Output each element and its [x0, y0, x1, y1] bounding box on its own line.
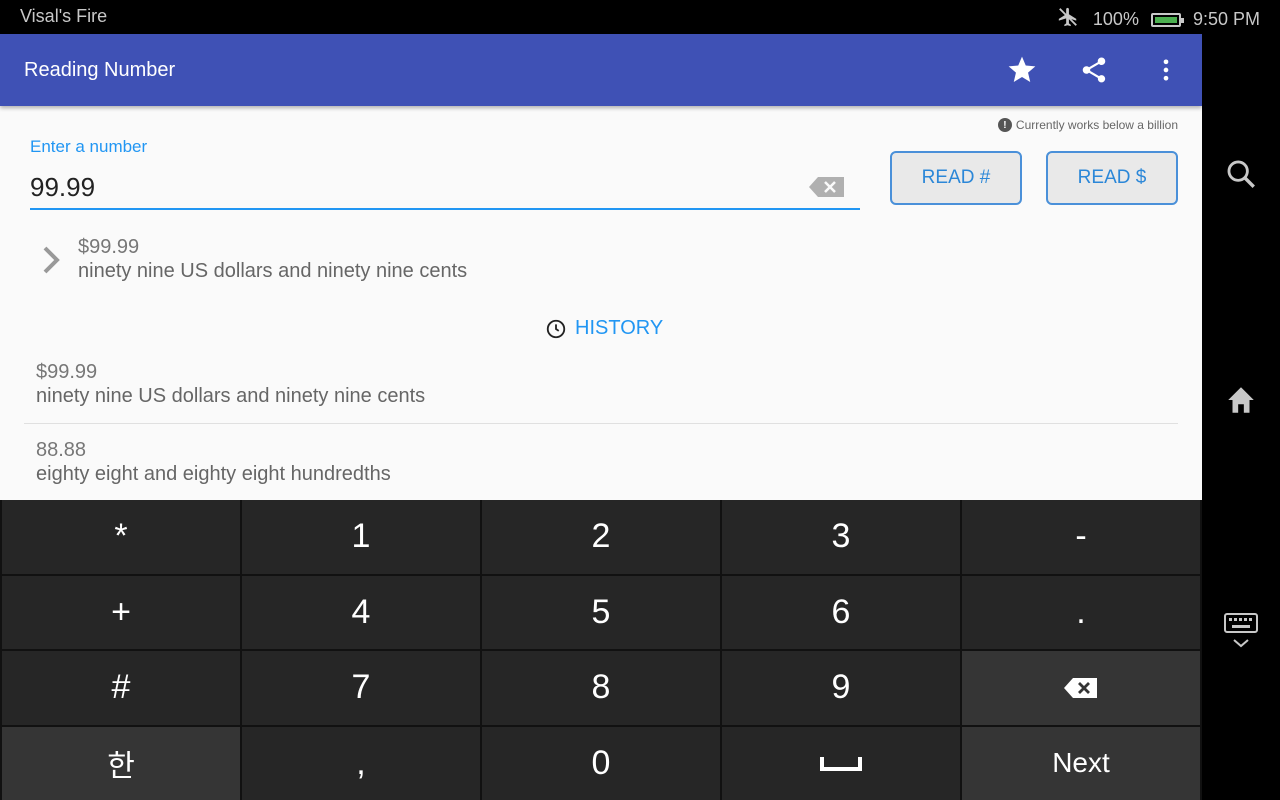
clear-input-button[interactable]	[808, 176, 846, 203]
history-label: HISTORY	[575, 317, 664, 339]
app-bar: Reading Number	[0, 34, 1202, 106]
key-minus[interactable]: -	[962, 500, 1200, 574]
favorite-button[interactable]	[1002, 50, 1042, 90]
backspace-icon	[1064, 677, 1097, 698]
key-5[interactable]: 5	[482, 575, 720, 649]
keyboard-hide-icon	[1224, 613, 1258, 648]
status-bar: Visal's Fire 100% 9:50 PM	[0, 0, 1280, 34]
home-icon	[1228, 387, 1254, 413]
device-name: Visal's Fire	[20, 6, 108, 26]
read-dollar-button[interactable]: READ $	[1046, 151, 1178, 205]
key-period[interactable]: .	[962, 575, 1200, 649]
system-search-button[interactable]	[1221, 154, 1261, 194]
system-nav-bar	[1202, 34, 1280, 800]
share-icon	[1082, 57, 1106, 83]
key-7[interactable]: 7	[242, 651, 480, 725]
history-item-value: $99.99	[36, 361, 98, 383]
info-icon: !	[997, 118, 1012, 132]
key-1[interactable]: 1	[242, 500, 480, 574]
result-words: ninety nine US dollars and ninety nine c…	[78, 260, 468, 282]
key-2[interactable]: 2	[482, 500, 720, 574]
result-item[interactable]: $99.99 ninety nine US dollars and ninety…	[36, 234, 1176, 290]
number-input-field	[30, 170, 860, 210]
app-title: Reading Number	[24, 59, 176, 81]
clock: 9:50 PM	[1192, 9, 1260, 29]
result-value: $99.99	[78, 236, 140, 258]
history-item-words: eighty eight and eighty eight hundredths	[36, 463, 391, 485]
history-item-words: ninety nine US dollars and ninety nine c…	[36, 385, 426, 407]
history-item-value: 88.88	[36, 439, 87, 461]
battery-percent: 100%	[1092, 9, 1139, 29]
chevron-right-icon	[40, 244, 62, 281]
space-icon	[820, 757, 862, 772]
key-0[interactable]: 0	[482, 726, 720, 800]
system-home-button[interactable]	[1221, 380, 1261, 420]
read-number-button[interactable]: READ #	[890, 151, 1022, 205]
history-item[interactable]: $99.99 ninety nine US dollars and ninety…	[24, 361, 1178, 424]
battery-icon	[1150, 12, 1184, 27]
key-asterisk[interactable]: *	[2, 500, 240, 574]
more-options-button[interactable]	[1146, 50, 1186, 90]
history-button[interactable]: HISTORY	[545, 317, 663, 340]
key-language-korean[interactable]: 한	[2, 726, 240, 800]
key-next[interactable]: Next	[962, 726, 1200, 800]
key-8[interactable]: 8	[482, 651, 720, 725]
limit-note-text: Currently works below a billion	[1015, 118, 1178, 132]
clock-icon	[546, 319, 566, 338]
status-right: 100% 9:50 PM	[1055, 6, 1260, 33]
number-input-label: Enter a number	[30, 137, 148, 156]
key-hash[interactable]: #	[2, 651, 240, 725]
key-6[interactable]: 6	[722, 575, 960, 649]
share-button[interactable]	[1074, 50, 1114, 90]
key-4[interactable]: 4	[242, 575, 480, 649]
key-comma[interactable]: ,	[242, 726, 480, 800]
number-input[interactable]	[30, 170, 790, 204]
key-plus[interactable]: +	[2, 575, 240, 649]
more-vert-icon	[1163, 59, 1169, 81]
key-3[interactable]: 3	[722, 500, 960, 574]
search-icon	[1227, 160, 1255, 188]
backspace-icon	[809, 177, 844, 197]
key-backspace[interactable]	[962, 651, 1200, 725]
limit-note: ! Currently works below a billion	[997, 118, 1178, 132]
app-window: Reading Number ! Currently works below a…	[0, 34, 1202, 500]
airplane-mode-icon	[1055, 6, 1081, 33]
key-space[interactable]	[722, 726, 960, 800]
history-item[interactable]: 88.88 eighty eight and eighty eight hund…	[24, 439, 1178, 500]
key-9[interactable]: 9	[722, 651, 960, 725]
hide-keyboard-button[interactable]	[1221, 608, 1261, 656]
numeric-keyboard: * 1 2 3 - + 4 5 6 . # 7 8 9 한 , 0 Next	[0, 500, 1202, 800]
star-icon	[1008, 56, 1036, 82]
